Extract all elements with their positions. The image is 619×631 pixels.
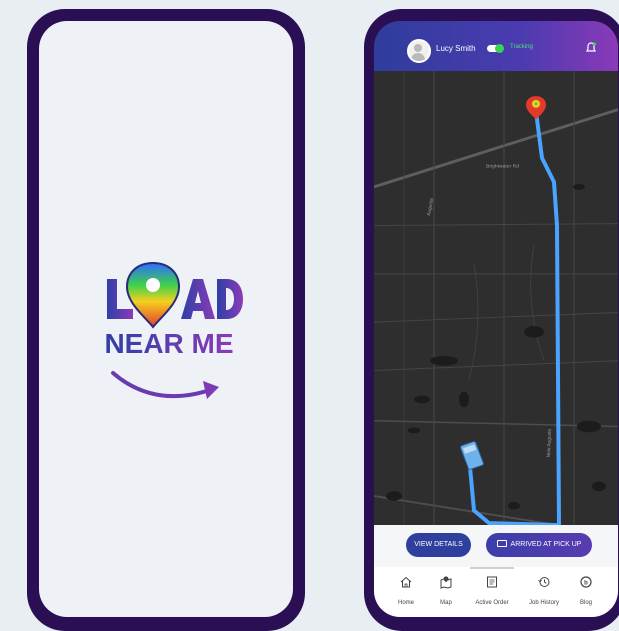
home-icon [400, 576, 412, 588]
nav-label: Blog [579, 600, 592, 606]
nav-label: Home [397, 600, 414, 606]
arrived-at-pick-up-button[interactable]: ARRIVED AT PICK UP [486, 533, 592, 557]
nav-item-map[interactable]: Map [421, 575, 471, 609]
splash-screen: NEAR ME [39, 21, 293, 617]
route-map[interactable]: Augusta Brightwater Rd New Augusta [374, 71, 618, 525]
history-icon [538, 577, 550, 587]
nav-label: Active Order [475, 600, 509, 606]
user-name: Lucy Smith [436, 44, 476, 53]
phone-frame-splash: NEAR ME [27, 9, 305, 631]
truck-small-icon [496, 539, 507, 547]
view-details-button[interactable]: VIEW DETAILS [406, 533, 471, 557]
map-icon [440, 576, 452, 589]
avatar[interactable] [407, 39, 431, 63]
toggle-knob [495, 44, 504, 53]
nav-item-blog[interactable]: b Blog [561, 575, 611, 609]
active-tab-indicator [470, 567, 514, 569]
view-details-label: VIEW DETAILS [414, 541, 463, 548]
notification-bell-icon[interactable] [584, 41, 598, 55]
app-header: Lucy Smith Tracking [374, 21, 618, 71]
phone-frame-app: Lucy Smith Tracking Augusta Brightwater … [364, 9, 619, 631]
road-label: New Augusta [546, 429, 553, 458]
svg-text:b: b [584, 581, 588, 587]
action-bar: VIEW DETAILS ARRIVED AT PICK UP [374, 525, 618, 567]
destination-pin-icon[interactable] [526, 96, 546, 120]
truck-icon [460, 441, 484, 470]
tracking-toggle[interactable] [487, 44, 504, 53]
app-screen: Lucy Smith Tracking Augusta Brightwater … [374, 21, 618, 617]
nav-label: Job History [528, 600, 559, 606]
tracking-label: Tracking [510, 44, 533, 50]
nav-item-active-order[interactable]: Active Order [467, 575, 517, 609]
arrived-label: ARRIVED AT PICK UP [510, 541, 582, 548]
bottom-nav: Home Map Active Order Job History b Blog [374, 567, 618, 617]
svg-text:NEAR ME: NEAR ME [104, 328, 233, 359]
blog-icon: b [580, 576, 592, 588]
map-canvas: Augusta Brightwater Rd New Augusta [374, 71, 618, 525]
nav-label: Map [440, 600, 452, 606]
road-label: Brightwater Rd [486, 164, 519, 170]
active-order-icon [487, 576, 497, 588]
load-near-me-logo: NEAR ME [104, 261, 243, 399]
